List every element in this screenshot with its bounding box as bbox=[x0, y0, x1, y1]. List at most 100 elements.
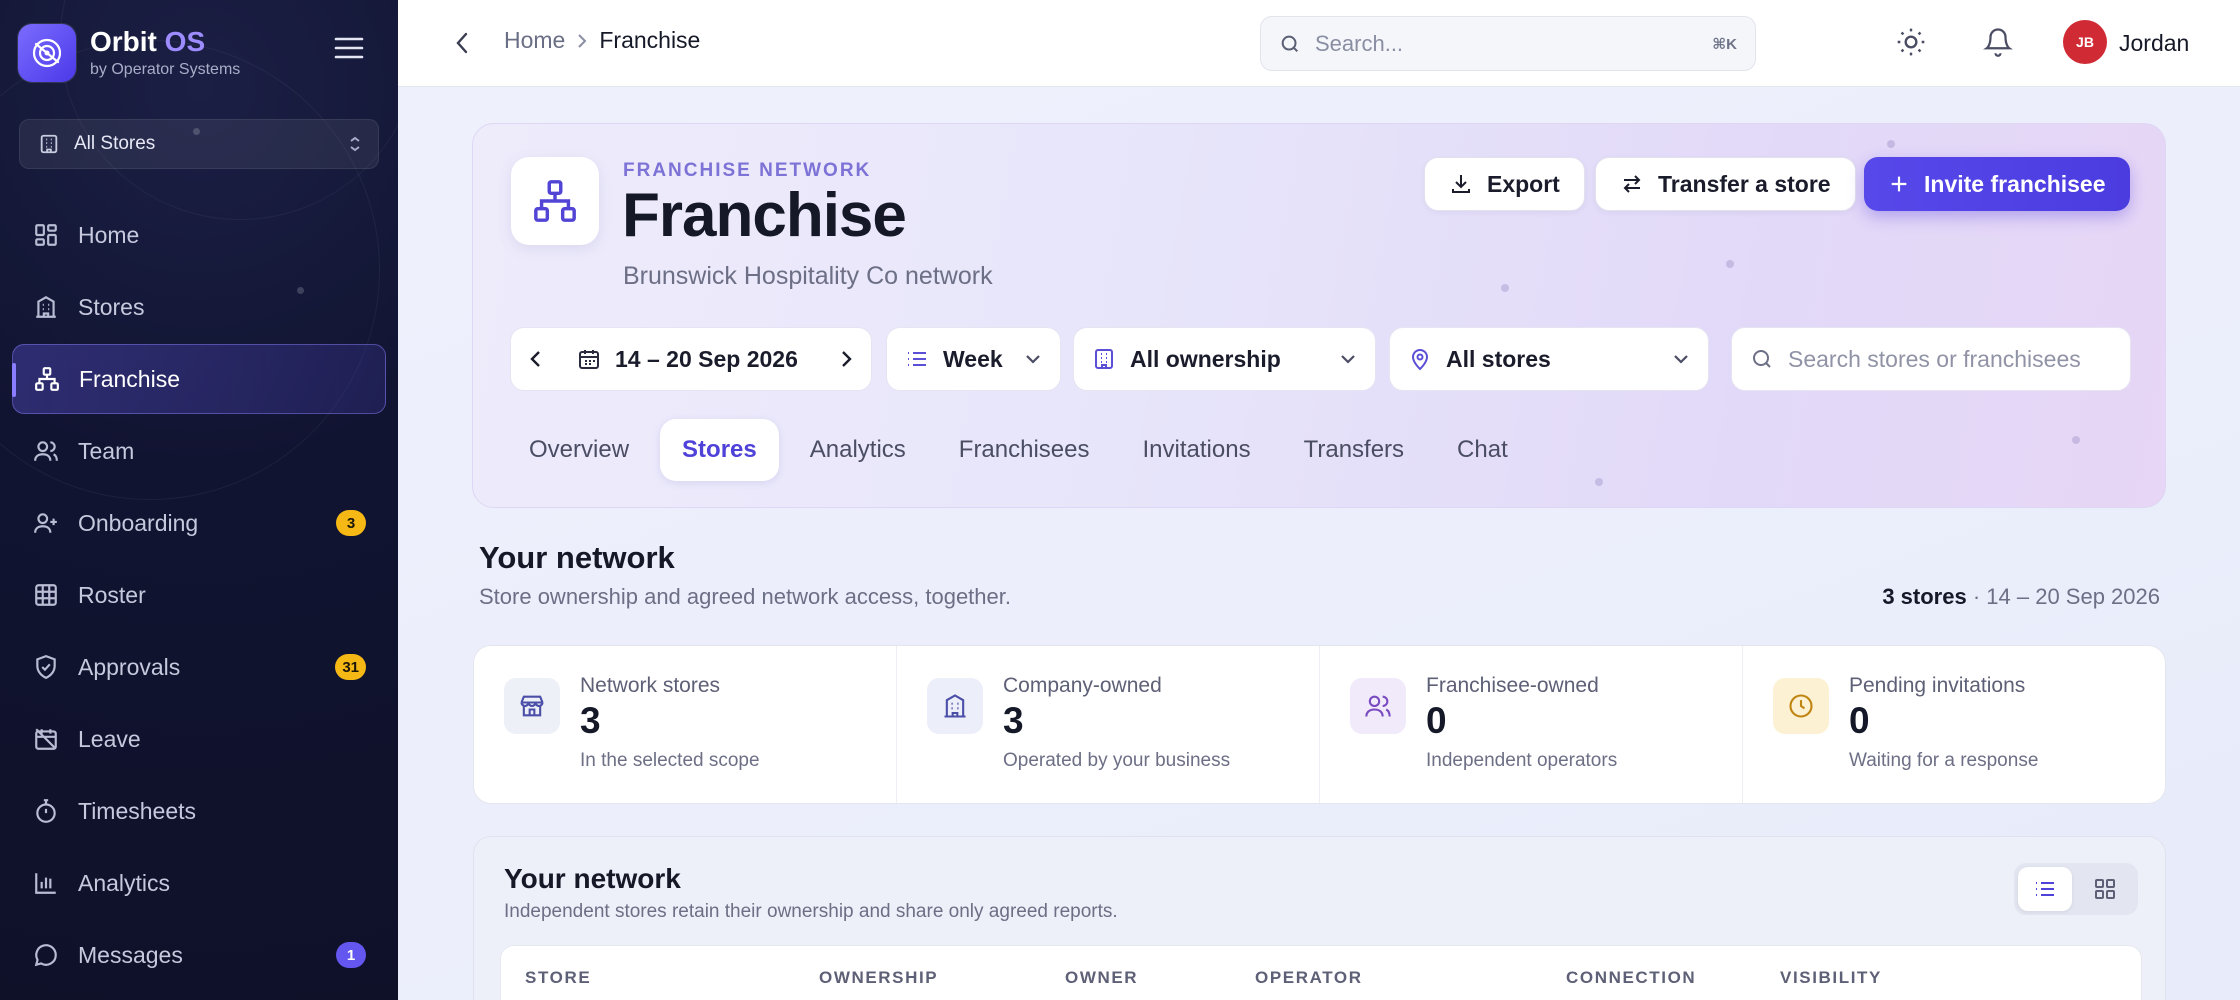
stat-network-stores: Network stores 3 In the selected scope bbox=[474, 646, 897, 803]
tab-overview[interactable]: Overview bbox=[507, 419, 651, 481]
global-search-input[interactable]: Search... ⌘K bbox=[1260, 16, 1756, 71]
sidebar-item-franchise[interactable]: Franchise bbox=[12, 344, 386, 414]
ownership-select[interactable]: All ownership bbox=[1073, 327, 1376, 391]
hamburger-menu-icon[interactable] bbox=[334, 36, 364, 60]
network-table-title: Your network bbox=[504, 863, 681, 894]
plus-icon bbox=[1888, 173, 1910, 195]
chevron-down-icon bbox=[1024, 353, 1042, 365]
sidebar-item-analytics[interactable]: Analytics bbox=[12, 848, 386, 918]
tab-franchisees[interactable]: Franchisees bbox=[937, 419, 1112, 481]
sidebar-item-team[interactable]: Team bbox=[12, 416, 386, 486]
chat-icon bbox=[32, 941, 60, 969]
store-count: 3 stores bbox=[1882, 584, 1967, 609]
meta-separator: · bbox=[1966, 584, 1987, 609]
bar-chart-icon bbox=[32, 869, 60, 897]
chevron-left-icon[interactable] bbox=[529, 349, 543, 369]
bell-icon[interactable] bbox=[1983, 26, 2013, 58]
sidebar: Orbit OS by Operator Systems All Stores … bbox=[0, 0, 398, 1000]
store-selector-label: All Stores bbox=[74, 133, 156, 154]
user-plus-icon bbox=[32, 509, 60, 537]
stat-note: Waiting for a response bbox=[1849, 750, 2039, 771]
chevron-updown-icon bbox=[348, 135, 362, 153]
building-icon bbox=[927, 678, 983, 734]
transfer-store-button[interactable]: Transfer a store bbox=[1595, 157, 1856, 211]
period-select[interactable]: Week bbox=[886, 327, 1061, 391]
invite-franchisee-button-label: Invite franchisee bbox=[1924, 170, 2106, 197]
decor-dot bbox=[1501, 284, 1509, 292]
sidebar-item-leave[interactable]: Leave bbox=[12, 704, 386, 774]
sun-icon[interactable] bbox=[1895, 26, 1927, 58]
ownership-select-label: All ownership bbox=[1130, 345, 1281, 372]
view-toggle bbox=[2014, 863, 2138, 915]
section-meta: 3 stores · 14 – 20 Sep 2026 bbox=[1882, 584, 2160, 610]
stores-select[interactable]: All stores bbox=[1389, 327, 1709, 391]
tab-chat[interactable]: Chat bbox=[1435, 419, 1530, 481]
shield-check-icon bbox=[32, 653, 60, 681]
brand[interactable]: Orbit OS by Operator Systems bbox=[18, 24, 240, 82]
invite-franchisee-button[interactable]: Invite franchisee bbox=[1864, 157, 2130, 211]
tab-stores[interactable]: Stores bbox=[660, 419, 779, 481]
section-subtitle: Store ownership and agreed network acces… bbox=[479, 584, 1011, 609]
sidebar-item-timesheets[interactable]: Timesheets bbox=[12, 776, 386, 846]
sidebar-nav: Home Stores Franchise Team Onboarding 3 … bbox=[12, 200, 386, 992]
calendar-icon bbox=[577, 347, 601, 371]
export-button[interactable]: Export bbox=[1424, 157, 1585, 211]
sidebar-item-home[interactable]: Home bbox=[12, 200, 386, 270]
home-icon bbox=[32, 221, 60, 249]
decor-dot bbox=[1726, 260, 1734, 268]
franchise-tabs: Overview Stores Analytics Franchisees In… bbox=[507, 419, 1539, 481]
stat-value: 0 bbox=[1426, 700, 1447, 741]
column-owner[interactable]: OWNER bbox=[1065, 968, 1138, 988]
sidebar-item-label: Onboarding bbox=[78, 509, 199, 536]
stat-value: 3 bbox=[580, 700, 601, 741]
stat-company-owned: Company-owned 3 Operated by your busines… bbox=[897, 646, 1320, 803]
messages-count-badge: 1 bbox=[336, 942, 366, 968]
column-connection[interactable]: CONNECTION bbox=[1566, 968, 1696, 988]
tab-invitations[interactable]: Invitations bbox=[1121, 419, 1273, 481]
transfer-store-button-label: Transfer a store bbox=[1658, 170, 1831, 197]
column-store[interactable]: STORE bbox=[525, 968, 591, 988]
store-selector[interactable]: All Stores bbox=[19, 119, 379, 169]
chevron-right-icon[interactable] bbox=[839, 349, 853, 369]
stat-label: Franchisee-owned bbox=[1426, 674, 1599, 697]
sidebar-item-label: Leave bbox=[78, 725, 141, 752]
date-range-picker[interactable]: 14 – 20 Sep 2026 bbox=[510, 327, 872, 391]
stat-note: Independent operators bbox=[1426, 750, 1618, 771]
tab-transfers[interactable]: Transfers bbox=[1282, 419, 1426, 481]
sidebar-item-messages[interactable]: Messages 1 bbox=[12, 920, 386, 990]
column-operator[interactable]: OPERATOR bbox=[1255, 968, 1363, 988]
sidebar-item-approvals[interactable]: Approvals 31 bbox=[12, 632, 386, 702]
stat-value: 3 bbox=[1003, 700, 1024, 741]
sidebar-item-stores[interactable]: Stores bbox=[12, 272, 386, 342]
grid-view-icon[interactable] bbox=[2078, 867, 2132, 911]
breadcrumb-home[interactable]: Home bbox=[504, 27, 565, 54]
column-visibility[interactable]: VISIBILITY bbox=[1780, 968, 1882, 988]
sidebar-item-label: Franchise bbox=[79, 365, 180, 392]
breadcrumb-current: Franchise bbox=[599, 27, 701, 53]
building-icon bbox=[38, 133, 60, 155]
chevron-left-icon[interactable] bbox=[452, 30, 474, 56]
network-table-subtitle: Independent stores retain their ownershi… bbox=[504, 901, 1118, 922]
network-table-card: Your network Independent stores retain t… bbox=[473, 836, 2166, 1000]
column-ownership[interactable]: OWNERSHIP bbox=[819, 968, 938, 988]
user-name[interactable]: Jordan bbox=[2119, 30, 2189, 57]
list-view-icon[interactable] bbox=[2018, 867, 2072, 911]
chevron-down-icon bbox=[1672, 353, 1690, 365]
swap-arrows-icon bbox=[1620, 172, 1644, 196]
orbit-logo-icon bbox=[18, 24, 76, 82]
tab-analytics[interactable]: Analytics bbox=[788, 419, 928, 481]
section-title: Your network bbox=[479, 540, 675, 575]
stat-label: Company-owned bbox=[1003, 674, 1162, 697]
map-pin-icon bbox=[1408, 347, 1432, 371]
avatar[interactable]: JB bbox=[2063, 20, 2107, 64]
stat-label: Network stores bbox=[580, 674, 721, 697]
breadcrumb: Home Franchise bbox=[504, 27, 700, 54]
store-search-input[interactable]: Search stores or franchisees bbox=[1731, 327, 2131, 391]
sidebar-item-roster[interactable]: Roster bbox=[12, 560, 386, 630]
sidebar-item-onboarding[interactable]: Onboarding 3 bbox=[12, 488, 386, 558]
search-icon bbox=[1750, 347, 1774, 371]
stat-value: 0 bbox=[1849, 700, 1870, 741]
sidebar-item-label: Team bbox=[78, 437, 135, 464]
franchise-hero: FRANCHISE NETWORK Franchise Brunswick Ho… bbox=[472, 123, 2166, 508]
export-button-label: Export bbox=[1487, 170, 1560, 197]
